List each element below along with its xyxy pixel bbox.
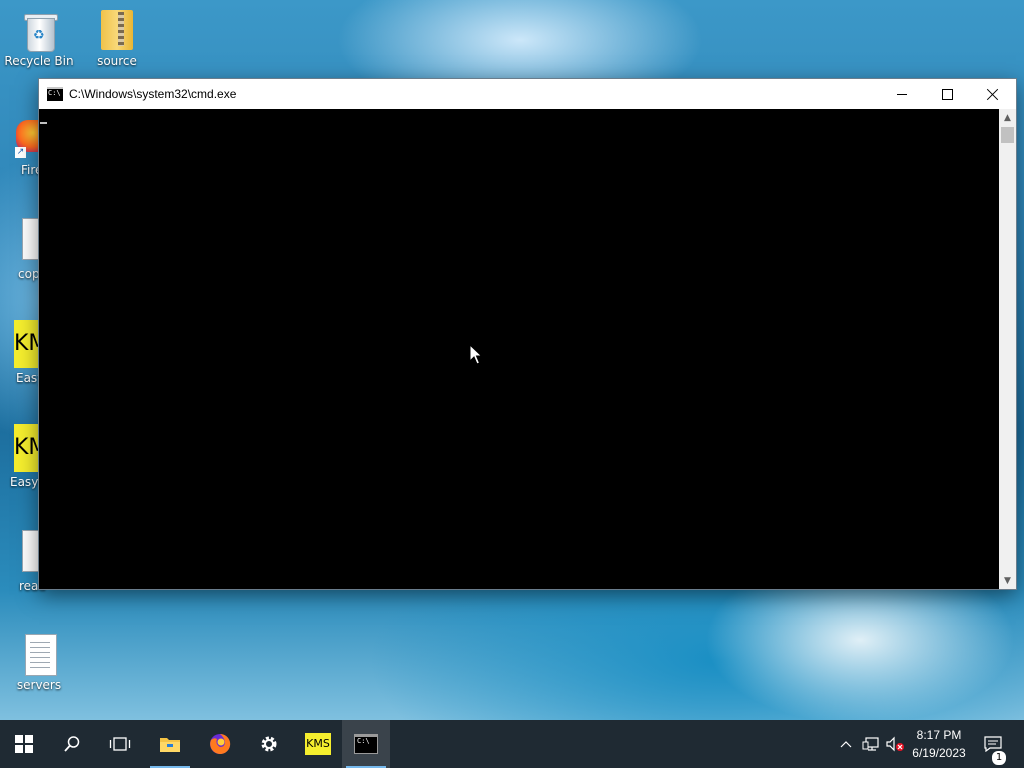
taskbar-settings[interactable] [245, 720, 293, 768]
desktop-icon-recycle-bin[interactable]: ♻ Recycle Bin [1, 8, 77, 68]
start-button[interactable] [0, 720, 48, 768]
task-view-icon [109, 737, 131, 751]
desktop-icon-source[interactable]: source [79, 8, 155, 68]
minimize-icon [897, 93, 907, 95]
network-icon [862, 737, 879, 751]
network-button[interactable] [860, 720, 882, 768]
window-titlebar[interactable]: C:\ C:\Windows\system32\cmd.exe [39, 79, 1016, 109]
folder-icon [160, 738, 180, 752]
recycle-bin-icon: ♻ [19, 8, 59, 52]
vertical-scrollbar[interactable]: ▲ ▼ [999, 109, 1016, 589]
shortcut-arrow-icon: ↗ [15, 147, 26, 158]
clock-date: 6/19/2023 [912, 746, 966, 760]
kms-app-icon: KMS [305, 733, 331, 755]
kms-app-icon: KM [14, 320, 40, 368]
zip-folder-icon [97, 8, 137, 52]
close-icon [987, 88, 999, 100]
close-button[interactable] [970, 79, 1016, 109]
mouse-pointer-icon [469, 344, 483, 365]
search-button[interactable] [48, 720, 96, 768]
taskbar-clock[interactable]: 8:17 PM 6/19/2023 [900, 720, 978, 768]
cmd-icon: C:\ [354, 734, 378, 754]
desktop: ♻ Recycle Bin source ↗ Fire cop KM Easy … [0, 0, 1024, 720]
console-output[interactable] [39, 109, 999, 589]
minimize-button[interactable] [879, 79, 925, 109]
desktop-icon-label: cop [18, 267, 40, 281]
taskbar-kms[interactable]: KMS [294, 720, 342, 768]
taskbar-firefox[interactable] [196, 720, 244, 768]
windows-logo-icon [15, 735, 33, 753]
taskbar-cmd[interactable]: C:\ [342, 720, 390, 768]
desktop-icon-label: servers [16, 678, 62, 692]
cmd-window[interactable]: C:\ C:\Windows\system32\cmd.exe ▲ ▼ [39, 79, 1016, 589]
firefox-icon [210, 733, 231, 754]
desktop-icon-label: Recycle Bin [4, 54, 74, 68]
clock-time: 8:17 PM [916, 728, 962, 742]
cmd-icon: C:\ [47, 87, 63, 101]
maximize-button[interactable] [924, 79, 970, 109]
search-icon [64, 736, 80, 752]
show-hidden-icons-button[interactable] [836, 720, 856, 768]
taskbar-file-explorer[interactable] [146, 720, 194, 768]
taskbar: KMS C:\ 8:17 PM 6/19/2023 [0, 720, 1024, 768]
task-view-button[interactable] [96, 720, 144, 768]
kms-app-icon: KM [14, 424, 40, 472]
scroll-up-button[interactable]: ▲ [999, 109, 1016, 126]
maximize-icon [941, 88, 953, 100]
window-title: C:\Windows\system32\cmd.exe [69, 87, 237, 101]
desktop-icon-label: source [97, 54, 137, 68]
text-document-icon [19, 632, 59, 676]
text-cursor [40, 122, 47, 124]
scroll-thumb[interactable] [1001, 127, 1014, 143]
desktop-icon-servers[interactable]: servers [1, 632, 77, 692]
gear-icon [261, 736, 277, 752]
chevron-up-icon [840, 741, 852, 748]
notification-count-badge: 1 [991, 750, 1007, 766]
scroll-down-button[interactable]: ▼ [999, 572, 1016, 589]
